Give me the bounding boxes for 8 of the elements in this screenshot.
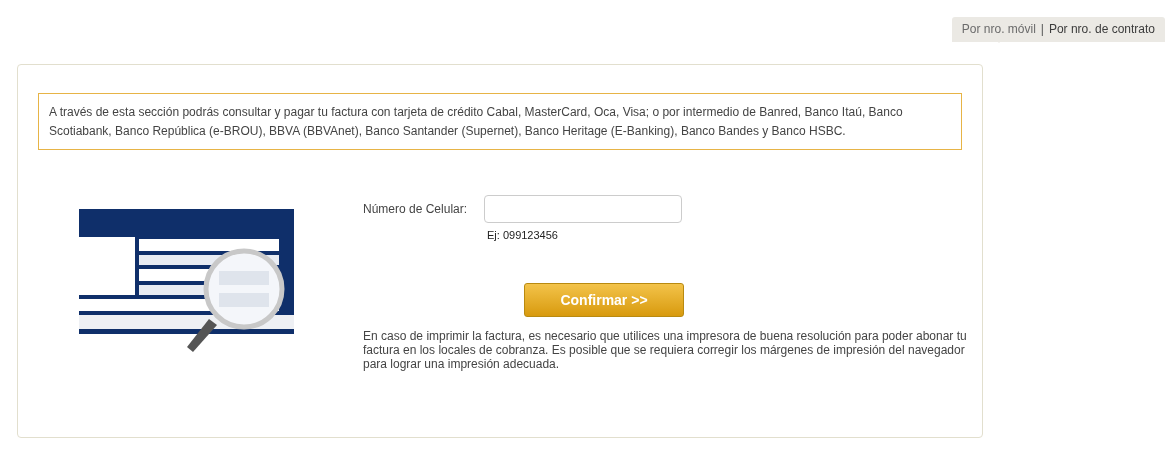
tab[interactable]: Por nro. móvil: [961, 22, 1036, 36]
tab-separator: |: [1040, 22, 1044, 36]
field-label: Número de Celular:: [363, 202, 469, 216]
phone-number-field[interactable]: [484, 195, 682, 223]
info-notice: A través de esta sección podrás consultar y pagar tu factura con tarjeta de crédito Cabal, MasterCard, Oca, Visa; o por intermedio de Banred, Banco Itaú, Banco Scotiabank, Banco República (e-BROU), BBVA (BBVAnet), Banco Santander (Supernet), Banco Heritage (E-Banking), Banco Bandes y Banco HSBC.: [38, 93, 962, 150]
tab[interactable]: Por nro. de contrato: [1048, 22, 1155, 36]
field-hint: Ej: 099123456: [487, 229, 559, 241]
print-note: En caso de imprimir la factura, es necesario que utilices una impresora de buena resolución para poder abonar tu factura en los locales de cobranza. Es posible que se requiera corregir los márgenes de impresión del navegador para lograr una impresión adecuada.: [363, 329, 968, 371]
